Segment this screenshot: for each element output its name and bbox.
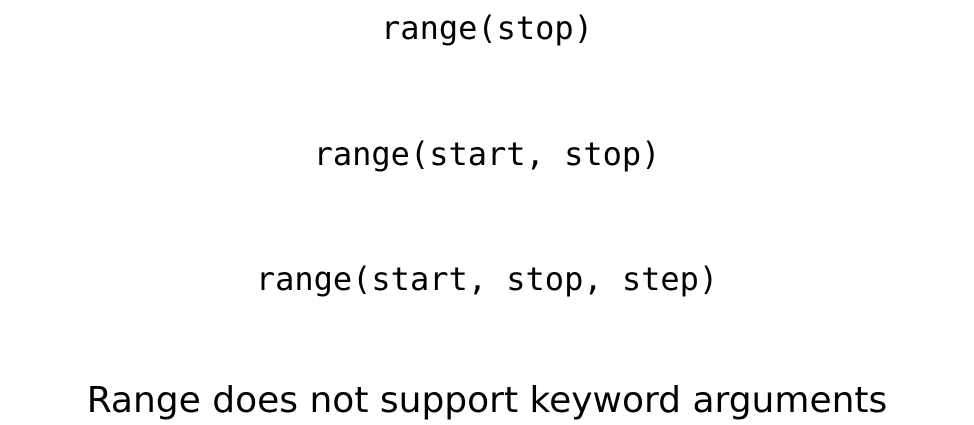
range-signature-stop: range(stop) — [381, 9, 593, 47]
range-signature-start-stop-step: range(start, stop, step) — [255, 260, 719, 298]
keyword-arguments-note: Range does not support keyword arguments — [86, 380, 888, 421]
range-signature-start-stop: range(start, stop) — [313, 135, 661, 173]
slide: range(stop) range(start, stop) range(sta… — [0, 0, 974, 425]
